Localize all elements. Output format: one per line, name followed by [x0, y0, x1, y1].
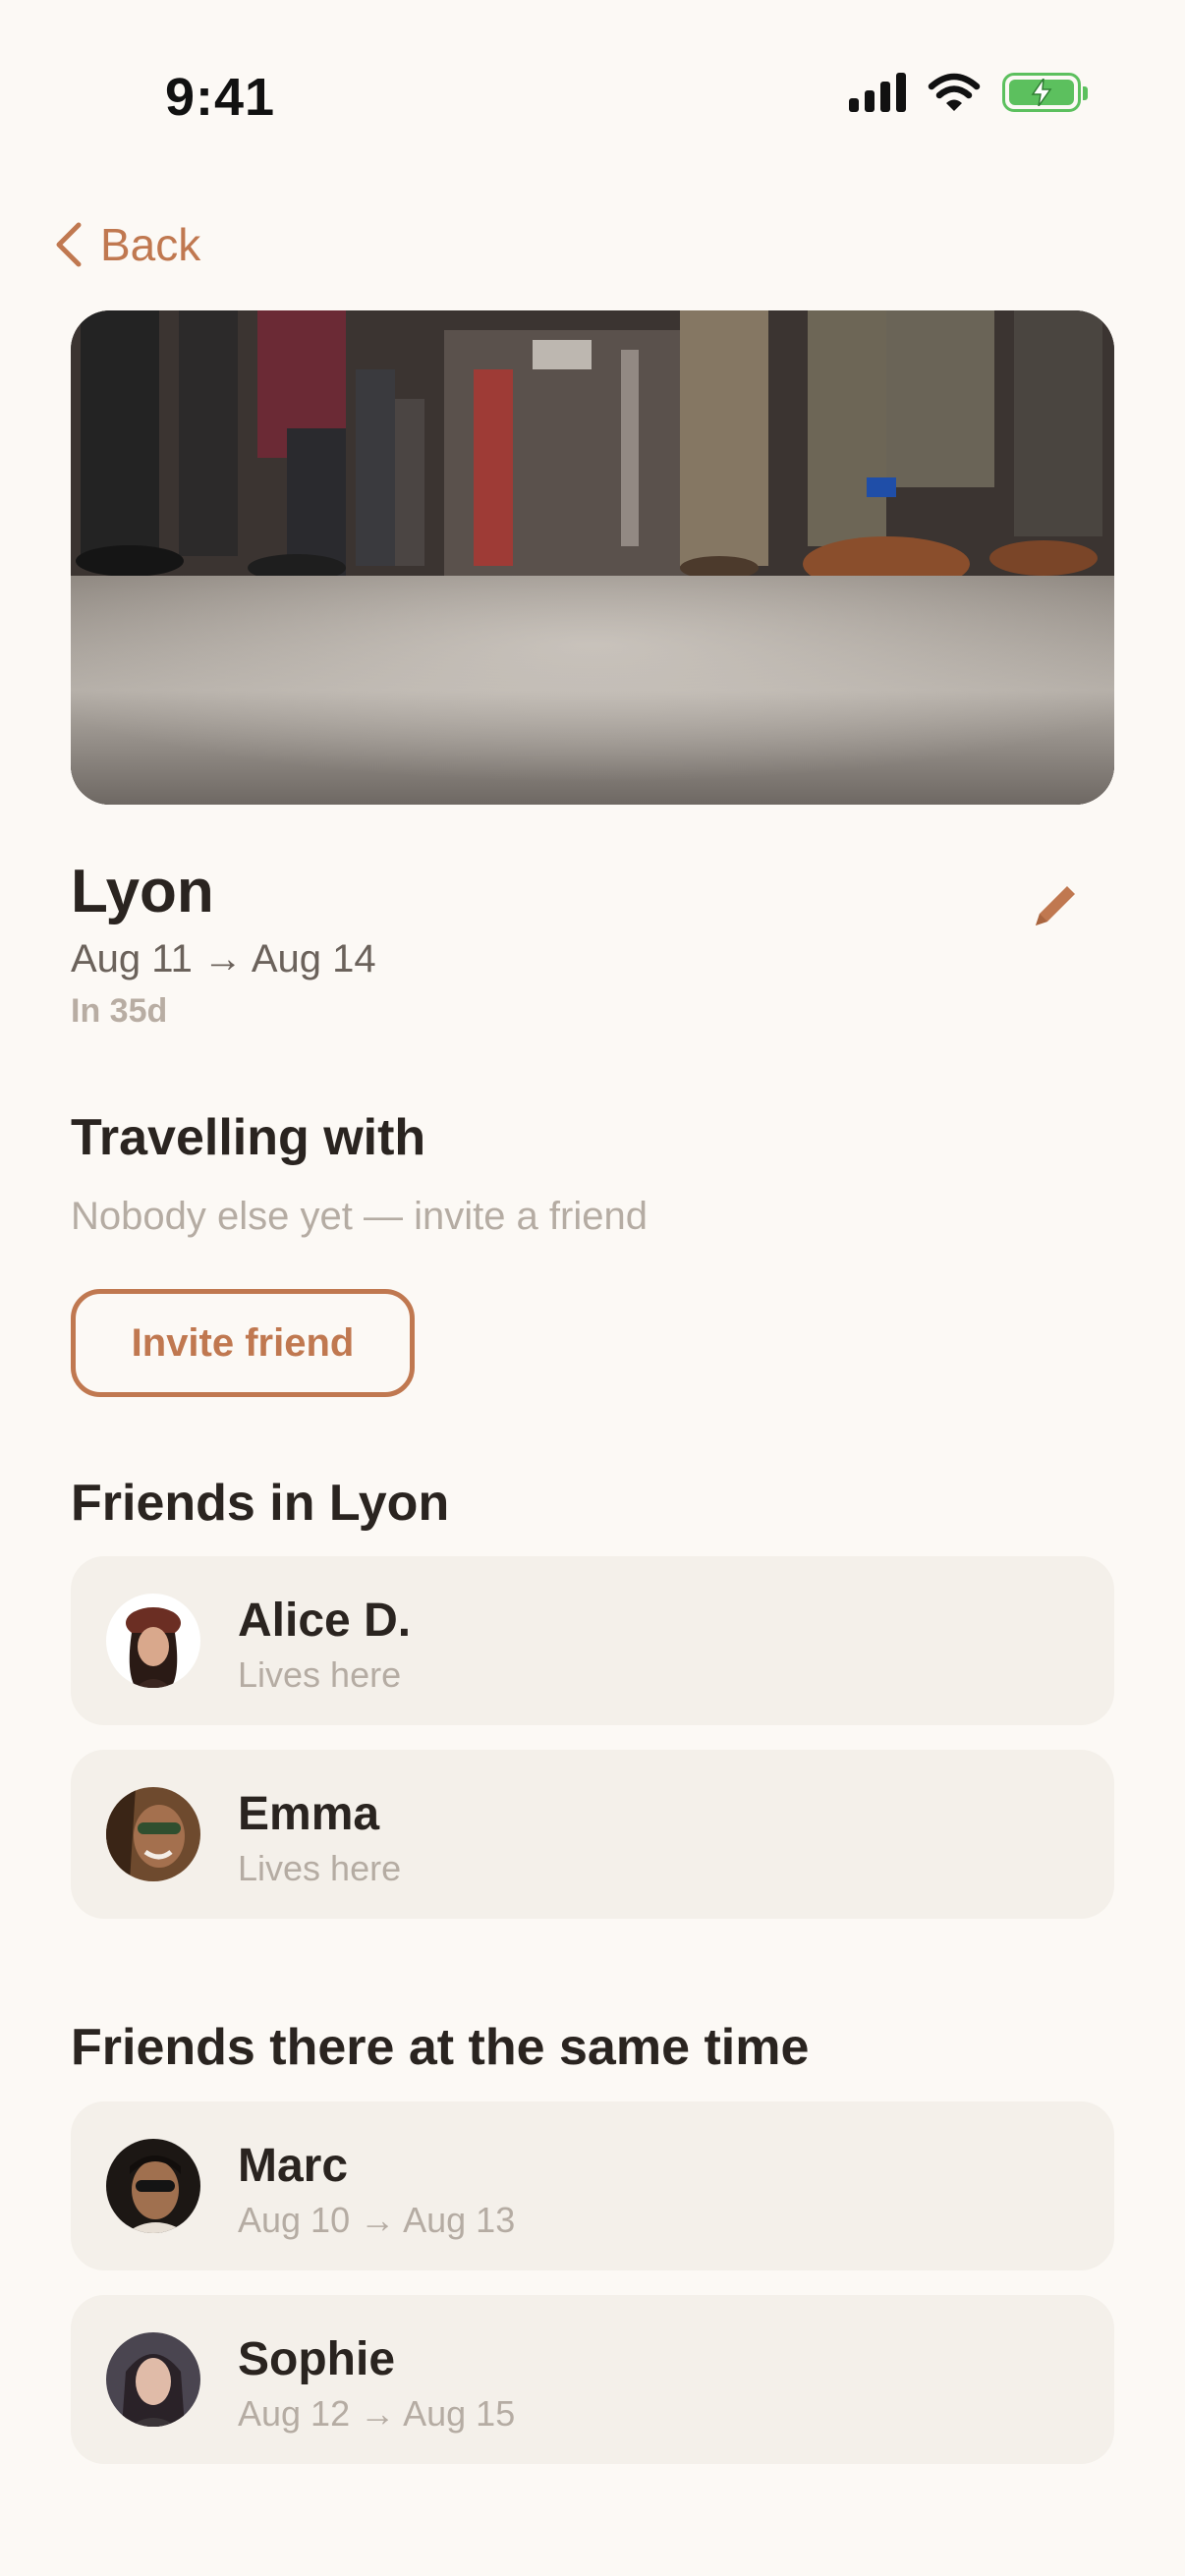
status-icons — [849, 73, 1088, 112]
avatar — [106, 2139, 200, 2233]
avatar — [106, 2332, 200, 2427]
friend-status: Lives here — [238, 1848, 402, 1888]
friend-status: Lives here — [238, 1654, 402, 1695]
friend-card-emma[interactable]: Emma Lives here — [71, 1750, 1114, 1919]
cellular-signal-icon — [849, 73, 906, 112]
friend-card-marc[interactable]: Marc Aug 10 → Aug 13 — [71, 2101, 1114, 2270]
wifi-icon — [928, 73, 981, 111]
friend-dates: Aug 12 → Aug 15 — [238, 2393, 516, 2434]
friend-name: Emma — [238, 1788, 380, 1840]
friend-name: Alice D. — [238, 1595, 412, 1647]
trip-detail-screen: 9:41 Back Lyon Aug 11 → Aug 14 In 35d Tr… — [0, 0, 1185, 2576]
avatar — [106, 1787, 200, 1881]
status-bar: 9:41 — [0, 0, 1185, 187]
trip-dates: Aug 11 → Aug 14 — [71, 937, 376, 980]
travelling-with-heading: Travelling with — [71, 1109, 426, 1166]
friends-in-city-heading: Friends in Lyon — [71, 1475, 450, 1532]
friend-card-sophie[interactable]: Sophie Aug 12 → Aug 15 — [71, 2295, 1114, 2464]
travelling-with-empty: Nobody else yet — invite a friend — [71, 1195, 648, 1238]
trip-countdown: In 35d — [71, 992, 168, 1030]
friends-same-time-heading: Friends there at the same time — [71, 2019, 810, 2076]
back-label: Back — [100, 219, 201, 270]
city-hero-image — [71, 310, 1114, 805]
friend-name: Marc — [238, 2140, 349, 2192]
invite-friend-button[interactable]: Invite friend — [71, 1289, 415, 1397]
avatar — [106, 1594, 200, 1688]
chevron-left-icon — [56, 222, 82, 267]
friend-name: Sophie — [238, 2333, 396, 2385]
edit-trip-button[interactable] — [1026, 876, 1085, 935]
battery-charging-icon — [1002, 73, 1088, 112]
friend-card-alice[interactable]: Alice D. Lives here — [71, 1556, 1114, 1725]
trip-city-title: Lyon — [71, 858, 214, 925]
back-button[interactable]: Back — [53, 218, 200, 271]
status-time: 9:41 — [165, 68, 276, 127]
pencil-icon — [1036, 886, 1075, 925]
friend-dates: Aug 10 → Aug 13 — [238, 2200, 516, 2240]
